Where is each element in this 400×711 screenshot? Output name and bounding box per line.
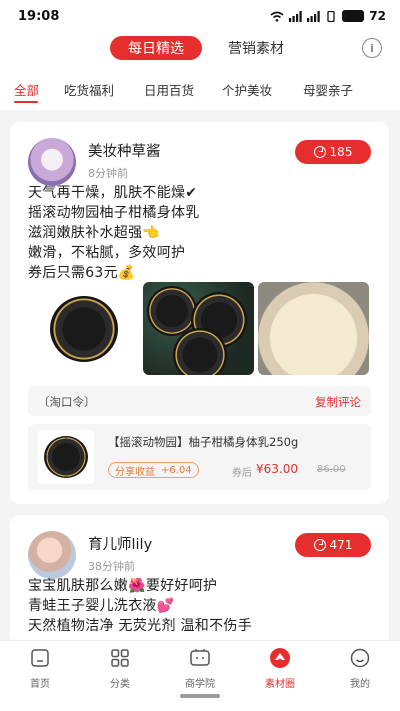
status-icons: 72 xyxy=(270,9,386,23)
category-all[interactable]: 全部 xyxy=(14,80,39,99)
post-author[interactable]: 育儿师lily xyxy=(88,533,152,554)
post-time: 38分钟前 xyxy=(88,560,135,573)
avatar[interactable] xyxy=(28,138,76,186)
post-text-line: 券后只需63元💰 xyxy=(28,265,136,281)
post-author[interactable]: 美妆种草酱 xyxy=(88,140,161,161)
post-text-line: 天然植物洁净 无荧光剂 温和不伤手 xyxy=(28,618,252,634)
category-beauty[interactable]: 个护美妆 xyxy=(222,80,272,99)
category-food[interactable]: 吃货福利 xyxy=(64,80,114,99)
post-text-line: 滋润嫩肤补水超强👈 xyxy=(28,225,161,241)
product-card[interactable]: 【摇滚动物园】柚子柑橘身体乳250g 分享收益 +6.04 券后 ¥63.00 … xyxy=(28,424,371,490)
post-time: 8分钟前 xyxy=(88,167,128,180)
post-text-line: 天气再干燥，肌肤不能燥✔ xyxy=(28,185,198,201)
nav-label: 商学院 xyxy=(185,679,215,690)
category-mother-baby[interactable]: 母婴亲子 xyxy=(303,80,353,99)
copy-comment-button[interactable]: 复制评论 xyxy=(315,394,361,410)
bottom-nav: 首页 分类 商学院 素材圈 我的 xyxy=(0,640,400,711)
product-thumbnail xyxy=(38,430,94,484)
taobao-code-label: 〔淘口令〕 xyxy=(38,395,96,409)
signal-icon xyxy=(289,10,302,22)
product-original-price: 86.00 xyxy=(317,464,346,475)
nav-profile[interactable]: 我的 xyxy=(320,641,400,697)
category-daily-goods[interactable]: 日用百货 xyxy=(144,80,194,99)
avatar[interactable] xyxy=(28,531,76,579)
nav-home[interactable]: 首页 xyxy=(0,641,80,697)
grid-icon xyxy=(109,647,131,669)
product-jars-image[interactable] xyxy=(143,282,254,375)
share-count: 185 xyxy=(329,145,353,159)
tab-daily-picks[interactable]: 每日精选 xyxy=(110,36,202,60)
post-card: 美妆种草酱 8分钟前 185 天气再干燥，肌肤不能燥✔ 摇滚动物园柚子柑橘身体乳… xyxy=(10,122,389,504)
home-indicator xyxy=(180,694,220,698)
profile-icon xyxy=(349,647,371,669)
category-active-indicator xyxy=(14,101,38,103)
academy-icon xyxy=(189,647,211,669)
post-text-line: 青蛙王子婴儿洗衣液💕 xyxy=(28,598,175,614)
signal-icon-2 xyxy=(307,10,320,22)
post-text-line: 嫩滑，不粘腻，多效呵护 xyxy=(28,245,186,261)
battery-level: 72 xyxy=(369,9,386,23)
post-text-line: 摇滚动物园柚子柑橘身体乳 xyxy=(28,205,200,221)
top-header: 每日精选 营销素材 i xyxy=(0,32,400,64)
status-time: 19:08 xyxy=(18,8,60,24)
nav-label: 素材圈 xyxy=(265,679,295,690)
earn-amount: +6.04 xyxy=(161,464,192,476)
product-price: ¥63.00 xyxy=(256,462,298,476)
category-bar: 全部 吃货福利 日用百货 个护美妆 母婴亲子 xyxy=(0,64,400,110)
post-text-line: 宝宝肌肤那么嫩🌺要好好呵护 xyxy=(28,578,218,594)
share-count: 471 xyxy=(329,538,353,552)
wifi-icon xyxy=(270,11,284,22)
vibrate-icon xyxy=(327,10,335,22)
post-card: 育儿师lily 38分钟前 471 宝宝肌肤那么嫩🌺要好好呵护 青蛙王子婴儿洗衣… xyxy=(10,515,389,645)
battery-icon xyxy=(342,10,365,22)
home-icon xyxy=(29,647,51,669)
product-title: 【摇滚动物园】柚子柑橘身体乳250g xyxy=(108,435,299,449)
nav-label: 我的 xyxy=(350,679,370,690)
nav-label: 分类 xyxy=(110,679,130,690)
nav-label: 首页 xyxy=(30,679,50,690)
share-icon xyxy=(313,539,326,551)
status-bar: 19:08 72 xyxy=(0,0,400,32)
after-coupon-label: 券后 xyxy=(232,468,252,479)
earn-label: 分享收益 xyxy=(115,466,155,478)
nav-category[interactable]: 分类 xyxy=(80,641,160,697)
body-cream-texture-image[interactable] xyxy=(258,282,369,375)
nav-academy[interactable]: 商学院 xyxy=(160,641,240,697)
product-jar-image[interactable] xyxy=(28,282,139,375)
material-icon xyxy=(269,647,291,669)
tab-marketing-materials[interactable]: 营销素材 xyxy=(228,36,284,60)
share-earnings-tag: 分享收益 +6.04 xyxy=(108,462,199,478)
taobao-code-row: 〔淘口令〕 复制评论 xyxy=(28,386,371,416)
info-icon[interactable]: i xyxy=(362,38,382,58)
share-count-button[interactable]: 185 xyxy=(295,140,371,164)
nav-material[interactable]: 素材圈 xyxy=(240,641,320,697)
share-count-button[interactable]: 471 xyxy=(295,533,371,557)
share-icon xyxy=(313,146,326,158)
